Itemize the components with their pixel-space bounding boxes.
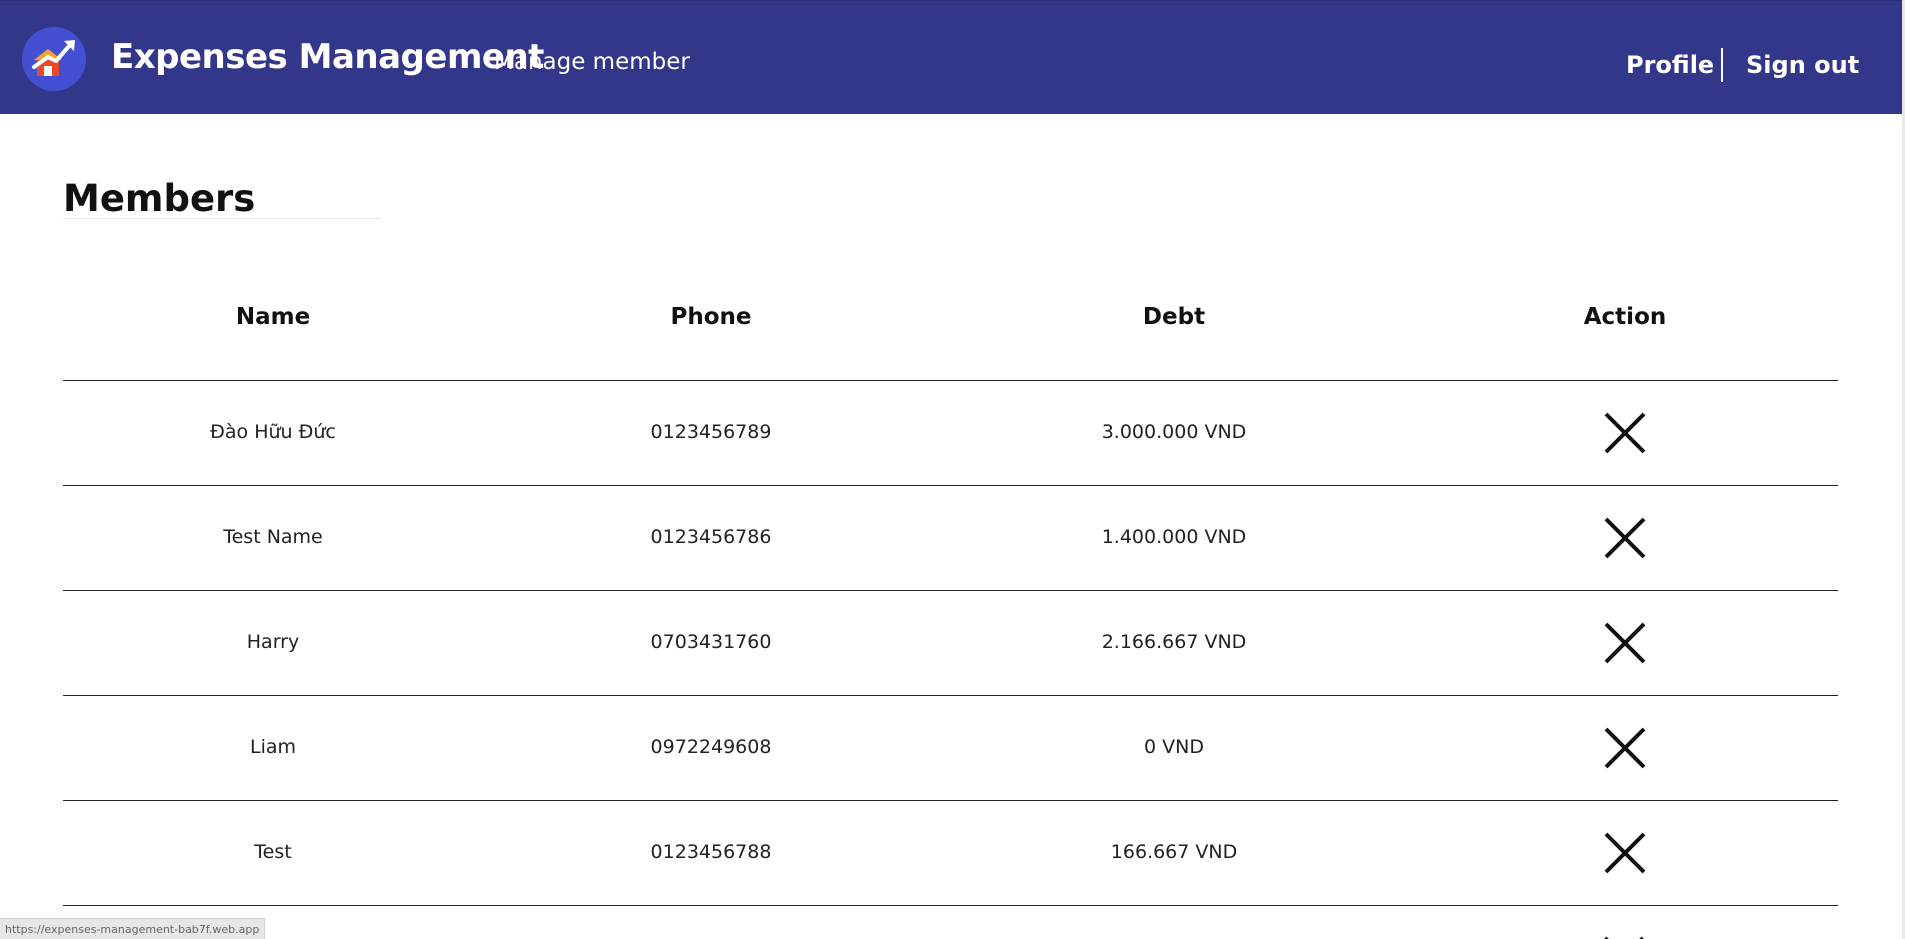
delete-member-button-partial[interactable] [1601,934,1647,939]
table-row: Test Name 0123456786 1.400.000 VND [63,486,1838,591]
member-debt: 166.667 VND [1110,841,1238,863]
close-icon [1604,936,1644,939]
column-header-action: Action [1583,304,1667,330]
table-header-row: Name Phone Debt Action [63,264,1838,381]
nav-divider [1721,48,1723,82]
member-name: Test [254,841,292,863]
members-table: Name Phone Debt Action Đào Hữu Đức 01234… [63,264,1838,906]
top-navbar: Expenses Management Manage member Profil… [0,0,1902,114]
table-row: Harry 0703431760 2.166.667 VND [63,591,1838,696]
table-row: Test 0123456788 166.667 VND [63,801,1838,906]
close-icon [1604,727,1646,769]
delete-member-button[interactable] [1602,410,1648,456]
delete-member-button[interactable] [1602,830,1648,876]
close-icon [1604,517,1646,559]
page-title: Members [63,177,256,220]
delete-member-button[interactable] [1602,620,1648,666]
table-row: Liam 0972249608 0 VND [63,696,1838,801]
member-debt: 1.400.000 VND [1101,526,1247,548]
member-name: Liam [249,736,297,758]
status-bar-url: https://expenses-management-bab7f.web.ap… [0,918,266,939]
column-header-name: Name [235,304,311,330]
title-underline [63,218,381,219]
sign-out-link[interactable]: Sign out [1746,51,1859,79]
close-icon [1604,832,1646,874]
member-debt: 3.000.000 VND [1101,421,1247,443]
member-debt: 0 VND [1144,736,1204,758]
profile-link[interactable]: Profile [1626,51,1714,79]
member-phone: 0123456786 [650,526,772,548]
member-phone: 0123456789 [650,421,772,443]
column-header-phone: Phone [670,304,752,330]
member-name: Đào Hữu Đức [210,421,336,443]
house-with-arrow-logo-icon [22,27,86,91]
close-icon [1604,622,1646,664]
page-section-title: Manage member [494,49,690,75]
table-row: Đào Hữu Đức 0123456789 3.000.000 VND [63,381,1838,486]
member-phone: 0972249608 [650,736,772,758]
delete-member-button[interactable] [1602,725,1648,771]
member-debt: 2.166.667 VND [1101,631,1247,653]
close-icon [1604,412,1646,454]
app-logo-icon[interactable] [22,27,86,91]
member-phone: 0703431760 [650,631,772,653]
page: Expenses Management Manage member Profil… [0,0,1905,939]
delete-member-button[interactable] [1602,515,1648,561]
member-name: Test Name [223,526,323,548]
member-phone: 0123456788 [650,841,772,863]
app-brand-title[interactable]: Expenses Management [111,37,544,77]
member-name: Harry [246,631,300,653]
column-header-debt: Debt [1142,304,1206,330]
